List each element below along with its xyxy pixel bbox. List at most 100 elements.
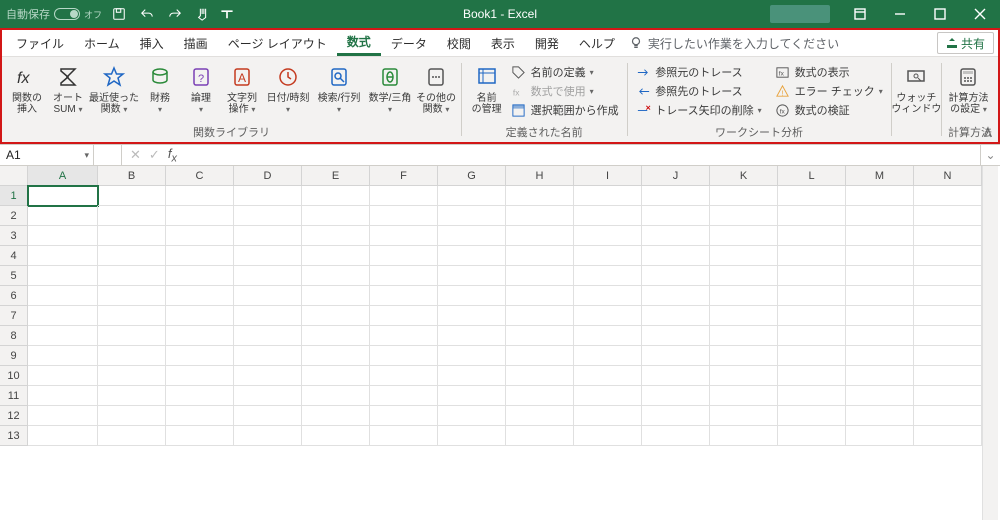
cell[interactable] xyxy=(710,286,778,306)
cell[interactable] xyxy=(574,346,642,366)
cell[interactable] xyxy=(438,186,506,206)
cell[interactable] xyxy=(234,226,302,246)
column-header[interactable]: I xyxy=(574,166,642,186)
column-header[interactable]: D xyxy=(234,166,302,186)
cell[interactable] xyxy=(506,286,574,306)
cell[interactable] xyxy=(574,246,642,266)
cell[interactable] xyxy=(438,346,506,366)
tab-draw[interactable]: 描画 xyxy=(174,30,218,56)
financial-button[interactable]: 財務▾ xyxy=(141,61,179,117)
cell[interactable] xyxy=(506,226,574,246)
formula-input[interactable] xyxy=(185,145,980,165)
tell-me-search[interactable]: 実行したい作業を入力してください xyxy=(629,30,937,56)
row-header[interactable]: 3 xyxy=(0,226,28,246)
row-header[interactable]: 4 xyxy=(0,246,28,266)
logical-button[interactable]: ? 論理▾ xyxy=(182,61,220,117)
column-header[interactable]: A xyxy=(28,166,98,186)
cell[interactable] xyxy=(166,306,234,326)
vertical-scrollbar[interactable] xyxy=(982,166,998,520)
text-button[interactable]: A 文字列 操作 ▾ xyxy=(223,61,261,117)
cell[interactable] xyxy=(778,206,846,226)
define-name-button[interactable]: 名前の定義 ▾ xyxy=(509,63,621,81)
cell[interactable] xyxy=(98,186,166,206)
cell[interactable] xyxy=(710,306,778,326)
use-in-formula-button[interactable]: fx数式で使用 ▾ xyxy=(509,82,621,100)
cell[interactable] xyxy=(166,266,234,286)
cell[interactable] xyxy=(302,326,370,346)
cell[interactable] xyxy=(574,386,642,406)
cell[interactable] xyxy=(302,406,370,426)
cell[interactable] xyxy=(438,326,506,346)
cell[interactable] xyxy=(98,266,166,286)
cell[interactable] xyxy=(710,206,778,226)
cell[interactable] xyxy=(98,386,166,406)
cancel-icon[interactable]: ✕ xyxy=(130,147,141,163)
create-from-selection-button[interactable]: 選択範囲から作成 xyxy=(509,101,621,119)
tab-data[interactable]: データ xyxy=(381,30,437,56)
row-header[interactable]: 11 xyxy=(0,386,28,406)
cell[interactable] xyxy=(574,366,642,386)
cell[interactable] xyxy=(302,366,370,386)
cell[interactable] xyxy=(28,246,98,266)
cell[interactable] xyxy=(98,346,166,366)
cell[interactable] xyxy=(778,326,846,346)
cell[interactable] xyxy=(506,306,574,326)
cell[interactable] xyxy=(914,266,982,286)
cell[interactable] xyxy=(370,386,438,406)
cell[interactable] xyxy=(234,386,302,406)
save-button[interactable] xyxy=(108,3,130,25)
cell[interactable] xyxy=(98,326,166,346)
cell[interactable] xyxy=(234,406,302,426)
cell[interactable] xyxy=(234,326,302,346)
cell[interactable] xyxy=(438,206,506,226)
cell[interactable] xyxy=(846,286,914,306)
cell[interactable] xyxy=(846,306,914,326)
cell[interactable] xyxy=(302,306,370,326)
lookup-button[interactable]: 検索/行列▾ xyxy=(315,61,363,117)
cell[interactable] xyxy=(166,226,234,246)
cell[interactable] xyxy=(302,286,370,306)
cell[interactable] xyxy=(98,206,166,226)
column-header[interactable]: J xyxy=(642,166,710,186)
cell[interactable] xyxy=(370,366,438,386)
cell[interactable] xyxy=(778,346,846,366)
cell[interactable] xyxy=(506,266,574,286)
cell[interactable] xyxy=(914,386,982,406)
cell[interactable] xyxy=(914,206,982,226)
cell[interactable] xyxy=(234,246,302,266)
trace-dependents-button[interactable]: 参照先のトレース xyxy=(633,82,763,100)
cell[interactable] xyxy=(506,346,574,366)
cell[interactable] xyxy=(166,206,234,226)
cell[interactable] xyxy=(438,266,506,286)
cell[interactable] xyxy=(370,246,438,266)
cell[interactable] xyxy=(438,406,506,426)
name-box[interactable]: A1 ▾ xyxy=(0,145,94,165)
cell[interactable] xyxy=(370,326,438,346)
cell[interactable] xyxy=(234,266,302,286)
cell[interactable] xyxy=(28,286,98,306)
cell[interactable] xyxy=(778,226,846,246)
cell[interactable] xyxy=(846,366,914,386)
cell[interactable] xyxy=(778,426,846,446)
cell[interactable] xyxy=(166,386,234,406)
cell[interactable] xyxy=(914,186,982,206)
cell[interactable] xyxy=(166,406,234,426)
cell[interactable] xyxy=(642,206,710,226)
cell[interactable] xyxy=(710,406,778,426)
cell[interactable] xyxy=(28,326,98,346)
error-checking-button[interactable]: !エラー チェック ▾ xyxy=(773,82,885,100)
cell[interactable] xyxy=(166,366,234,386)
cell[interactable] xyxy=(846,206,914,226)
cell[interactable] xyxy=(710,366,778,386)
touch-mode-button[interactable] xyxy=(192,3,214,25)
cell[interactable] xyxy=(846,246,914,266)
cell[interactable] xyxy=(28,386,98,406)
cell[interactable] xyxy=(846,406,914,426)
column-header[interactable]: B xyxy=(98,166,166,186)
autosum-button[interactable]: オート SUM ▾ xyxy=(49,61,87,117)
minimize-button[interactable] xyxy=(880,0,920,28)
cell[interactable] xyxy=(438,286,506,306)
cell[interactable] xyxy=(506,406,574,426)
cell[interactable] xyxy=(778,246,846,266)
cell[interactable] xyxy=(438,386,506,406)
